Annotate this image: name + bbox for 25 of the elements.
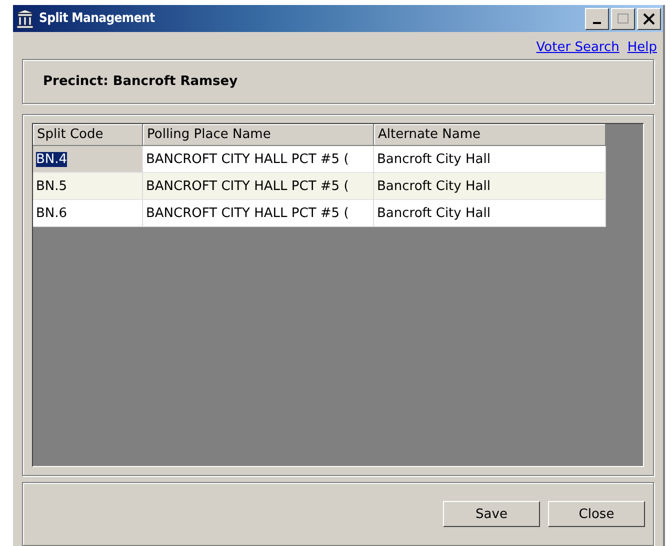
minimize-icon [593,22,601,24]
close-icon [643,12,655,24]
column-header[interactable]: Alternate Name [374,124,606,146]
table-cell[interactable]: BANCROFT CITY HALL PCT #5 ( [143,200,374,227]
table-cell[interactable]: Bancroft City Hall [374,173,606,200]
column-icon [15,8,35,28]
maximize-icon [617,12,629,24]
window-title: Split Management [39,11,156,26]
table-cell[interactable]: Bancroft City Hall [374,200,606,227]
minimize-button[interactable] [585,8,609,30]
dialog-button[interactable]: Save [443,501,540,527]
help-link[interactable]: Help [627,40,657,55]
dialog-button[interactable]: Close [548,501,645,527]
table-cell[interactable]: BANCROFT CITY HALL PCT #5 ( [143,173,374,200]
precinct-label: Precinct: Bancroft Ramsey [43,74,238,89]
table-cell[interactable]: BANCROFT CITY HALL PCT #5 ( [143,146,374,173]
column-header[interactable]: Polling Place Name [143,124,374,146]
table-cell[interactable]: BN.5 [33,173,143,200]
column-header[interactable]: Split Code [33,124,143,146]
table-cell[interactable]: BN.6 [33,200,143,227]
maximize-button[interactable] [611,8,635,30]
help-link[interactable]: Voter Search [536,40,620,55]
table-cell[interactable]: Bancroft City Hall [374,146,606,173]
close-button[interactable] [637,8,661,30]
table-cell[interactable]: BN.4 [33,146,143,173]
